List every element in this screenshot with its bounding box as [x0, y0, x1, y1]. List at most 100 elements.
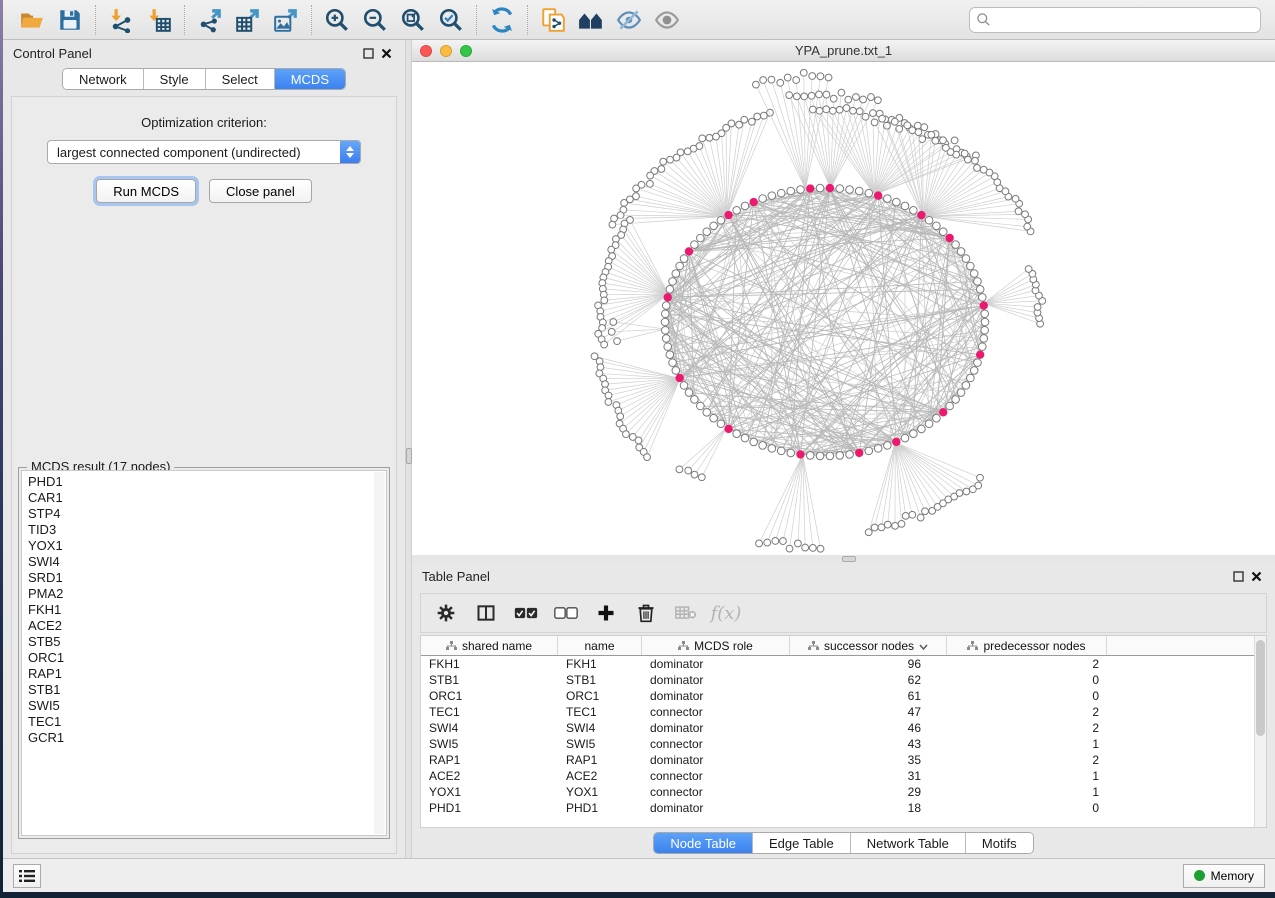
network-mcds-node[interactable]	[749, 198, 757, 206]
network-node[interactable]	[884, 195, 892, 203]
network-leaf-node[interactable]	[623, 431, 630, 438]
network-graph[interactable]	[412, 62, 1275, 554]
network-node[interactable]	[666, 351, 674, 359]
table-row[interactable]: SWI4SWI4dominator462	[421, 720, 1266, 736]
network-leaf-node[interactable]	[706, 134, 713, 141]
network-node[interactable]	[978, 294, 986, 302]
network-node[interactable]	[946, 402, 954, 410]
tab-select[interactable]: Select	[206, 69, 275, 89]
network-node[interactable]	[967, 262, 975, 270]
network-leaf-node[interactable]	[975, 482, 982, 489]
network-leaf-node[interactable]	[647, 172, 654, 179]
network-mcds-node[interactable]	[806, 184, 814, 192]
network-leaf-node[interactable]	[870, 110, 877, 117]
network-leaf-node[interactable]	[1012, 195, 1019, 202]
network-node[interactable]	[669, 359, 677, 367]
network-node[interactable]	[901, 434, 909, 442]
network-leaf-node[interactable]	[817, 545, 824, 552]
cell-shared_name[interactable]: RAP1	[421, 753, 558, 767]
network-node[interactable]	[680, 255, 688, 263]
cell-successors[interactable]: 96	[790, 657, 947, 671]
network-leaf-node[interactable]	[850, 107, 857, 114]
network-leaf-node[interactable]	[956, 490, 963, 497]
network-node[interactable]	[978, 343, 986, 351]
column-header-MCDS-role[interactable]: MCDS role	[642, 636, 790, 655]
network-leaf-node[interactable]	[809, 106, 816, 113]
network-node[interactable]	[710, 222, 718, 230]
tab-network-table[interactable]: Network Table	[851, 833, 966, 853]
cell-role[interactable]: connector	[642, 705, 790, 719]
table-row[interactable]: SWI5SWI5connector431	[421, 736, 1266, 752]
network-leaf-node[interactable]	[977, 474, 984, 481]
delete-table-button[interactable]	[671, 599, 701, 627]
network-node[interactable]	[974, 278, 982, 286]
table-row[interactable]: YOX1YOX1connector291	[421, 784, 1266, 800]
network-leaf-node[interactable]	[1022, 211, 1029, 218]
cell-role[interactable]: dominator	[642, 801, 790, 815]
table-panel-close-button[interactable]	[1247, 567, 1265, 585]
network-leaf-node[interactable]	[921, 124, 928, 131]
network-leaf-node[interactable]	[942, 144, 949, 151]
table-options-gear-button[interactable]	[431, 599, 461, 627]
network-leaf-node[interactable]	[980, 166, 987, 173]
network-leaf-node[interactable]	[809, 545, 816, 552]
cell-predecessors[interactable]: 2	[947, 753, 1107, 767]
mcds-result-item[interactable]: TID3	[28, 522, 386, 538]
network-node[interactable]	[691, 396, 699, 404]
network-node[interactable]	[918, 425, 926, 433]
network-leaf-node[interactable]	[772, 538, 779, 545]
network-mcds-node[interactable]	[917, 211, 925, 219]
show-columns-button[interactable]	[471, 599, 501, 627]
network-leaf-node[interactable]	[829, 107, 836, 114]
network-leaf-node[interactable]	[868, 94, 875, 101]
network-leaf-node[interactable]	[614, 338, 621, 345]
network-leaf-node[interactable]	[635, 437, 642, 444]
cell-successors[interactable]: 46	[790, 721, 947, 735]
zoom-in-button[interactable]	[318, 4, 356, 36]
mcds-result-item[interactable]: SWI5	[28, 698, 386, 714]
network-leaf-node[interactable]	[601, 341, 608, 348]
network-mcds-node[interactable]	[939, 408, 947, 416]
network-leaf-node[interactable]	[902, 512, 909, 519]
network-leaf-node[interactable]	[801, 93, 808, 100]
network-leaf-node[interactable]	[816, 91, 823, 98]
network-node[interactable]	[710, 414, 718, 422]
mcds-result-item[interactable]: SWI4	[28, 554, 386, 570]
network-leaf-node[interactable]	[756, 540, 763, 547]
network-leaf-node[interactable]	[816, 107, 823, 114]
network-node[interactable]	[733, 430, 741, 438]
mcds-result-item[interactable]: GCR1	[28, 730, 386, 746]
network-leaf-node[interactable]	[647, 180, 654, 187]
tab-node-table[interactable]: Node Table	[654, 833, 753, 853]
network-leaf-node[interactable]	[862, 113, 869, 120]
deselect-all-checks-button[interactable]	[551, 599, 581, 627]
network-node[interactable]	[901, 202, 909, 210]
cell-shared_name[interactable]: PHD1	[421, 801, 558, 815]
cell-successors[interactable]: 31	[790, 769, 947, 783]
window-minimize-traffic-light[interactable]	[440, 45, 452, 57]
network-node[interactable]	[676, 262, 684, 270]
table-row[interactable]: ORC1ORC1dominator610	[421, 688, 1266, 704]
network-node[interactable]	[759, 442, 767, 450]
mcds-result-list[interactable]: PHD1CAR1STP4TID3YOX1SWI4SRD1PMA2FKH1ACE2…	[21, 470, 387, 836]
zoom-fit-button[interactable]	[394, 4, 432, 36]
network-leaf-node[interactable]	[608, 328, 615, 335]
cell-predecessors[interactable]: 2	[947, 705, 1107, 719]
mcds-result-item[interactable]: PHD1	[28, 474, 386, 490]
network-leaf-node[interactable]	[883, 122, 890, 129]
network-mcds-node[interactable]	[685, 247, 693, 255]
network-leaf-node[interactable]	[608, 246, 615, 253]
cell-successors[interactable]: 29	[790, 785, 947, 799]
network-node[interactable]	[697, 234, 705, 242]
network-node[interactable]	[865, 447, 873, 455]
cell-role[interactable]: dominator	[642, 721, 790, 735]
network-leaf-node[interactable]	[784, 74, 791, 81]
network-node[interactable]	[685, 389, 693, 397]
table-row[interactable]: RAP1RAP1dominator352	[421, 752, 1266, 768]
network-leaf-node[interactable]	[1015, 208, 1022, 215]
cell-name[interactable]: YOX1	[558, 785, 642, 799]
network-mcds-node[interactable]	[892, 438, 900, 446]
network-leaf-node[interactable]	[879, 115, 886, 122]
network-node[interactable]	[662, 335, 670, 343]
mcds-result-item[interactable]: PMA2	[28, 586, 386, 602]
